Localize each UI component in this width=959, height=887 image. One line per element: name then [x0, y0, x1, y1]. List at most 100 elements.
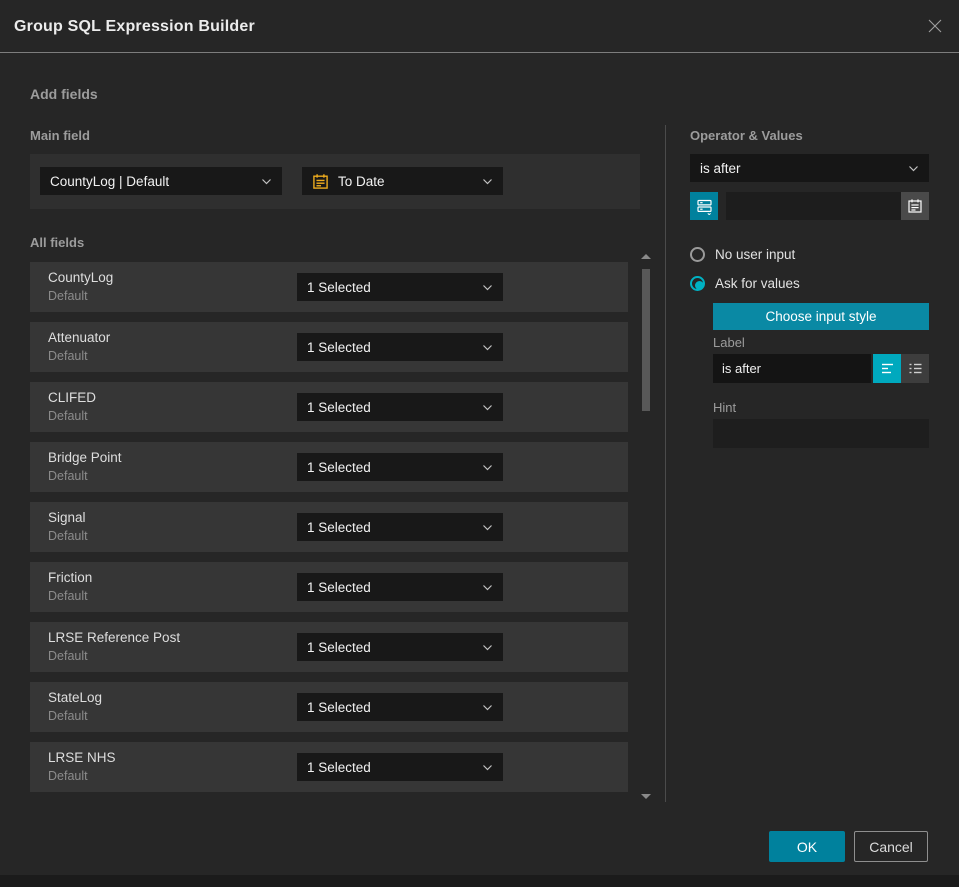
radio-circle	[690, 275, 705, 291]
all-fields-heading: All fields	[30, 235, 85, 250]
main-field-select-value: CountyLog | Default	[50, 173, 170, 189]
field-selection-value: 1 Selected	[307, 639, 371, 655]
scrollbar-thumb[interactable]	[642, 269, 650, 411]
chevron-down-icon	[483, 524, 492, 530]
chevron-down-icon	[483, 404, 492, 410]
scrollbar-down-arrow[interactable]	[641, 794, 651, 799]
field-selection-select[interactable]: 1 Selected	[297, 273, 503, 301]
operator-select[interactable]: is after	[690, 154, 929, 182]
calendar-icon	[908, 199, 922, 213]
field-subtitle: Default	[48, 769, 88, 783]
stacked-values-icon	[696, 199, 712, 215]
field-selection-value: 1 Selected	[307, 399, 371, 415]
scrollbar-up-arrow[interactable]	[641, 254, 651, 259]
chevron-down-icon	[483, 644, 492, 650]
field-selection-value: 1 Selected	[307, 339, 371, 355]
field-subtitle: Default	[48, 529, 88, 543]
field-selection-select[interactable]: 1 Selected	[297, 693, 503, 721]
choose-input-style-button[interactable]: Choose input style	[713, 303, 929, 330]
panel-divider	[665, 125, 666, 802]
field-row: LRSE Reference Post Default 1 Selected	[30, 622, 628, 672]
field-row: StateLog Default 1 Selected	[30, 682, 628, 732]
field-row: CountyLog Default 1 Selected	[30, 262, 628, 312]
radio-no-user-input[interactable]: No user input	[690, 245, 795, 263]
field-selection-select[interactable]: 1 Selected	[297, 633, 503, 661]
chevron-down-icon	[262, 178, 271, 184]
dialog-title: Group SQL Expression Builder	[14, 18, 255, 35]
list-style-toggle[interactable]	[901, 354, 929, 383]
add-fields-heading: Add fields	[30, 86, 98, 102]
field-selection-select[interactable]: 1 Selected	[297, 393, 503, 421]
chevron-down-icon	[483, 584, 492, 590]
dialog-titlebar: Group SQL Expression Builder	[0, 0, 959, 53]
operator-values-heading: Operator & Values	[690, 128, 803, 143]
close-button[interactable]	[924, 15, 946, 37]
date-picker-button[interactable]	[901, 192, 929, 220]
field-subtitle: Default	[48, 469, 88, 483]
field-name: Friction	[48, 570, 93, 585]
field-selection-value: 1 Selected	[307, 519, 371, 535]
operator-select-value: is after	[700, 160, 741, 176]
hint-field-label: Hint	[713, 400, 737, 415]
field-subtitle: Default	[48, 649, 88, 663]
field-row: Friction Default 1 Selected	[30, 562, 628, 612]
calendar-icon	[312, 173, 329, 190]
align-left-icon	[881, 363, 893, 374]
radio-label: Ask for values	[715, 275, 800, 291]
field-name: Signal	[48, 510, 86, 525]
field-row: Signal Default 1 Selected	[30, 502, 628, 552]
field-subtitle: Default	[48, 589, 88, 603]
close-icon	[928, 19, 942, 33]
value-input-type-button[interactable]	[690, 192, 718, 220]
field-name: Bridge Point	[48, 450, 122, 465]
field-name: CountyLog	[48, 270, 114, 285]
all-fields-list: CountyLog Default 1 Selected Attenuator …	[30, 262, 628, 802]
field-subtitle: Default	[48, 289, 88, 303]
field-name: Attenuator	[48, 330, 111, 345]
chevron-down-icon	[483, 284, 492, 290]
label-input[interactable]	[713, 354, 871, 383]
hint-input[interactable]	[713, 419, 929, 448]
main-field-container: CountyLog | Default To Date	[30, 154, 640, 209]
field-selection-value: 1 Selected	[307, 459, 371, 475]
main-field-heading: Main field	[30, 128, 90, 143]
field-selection-select[interactable]: 1 Selected	[297, 753, 503, 781]
field-subtitle: Default	[48, 709, 88, 723]
field-row: Attenuator Default 1 Selected	[30, 322, 628, 372]
chevron-down-icon	[483, 178, 492, 184]
chevron-down-icon	[483, 704, 492, 710]
field-subtitle: Default	[48, 409, 88, 423]
cancel-button[interactable]: Cancel	[854, 831, 928, 862]
field-selection-select[interactable]: 1 Selected	[297, 453, 503, 481]
field-selection-select[interactable]: 1 Selected	[297, 513, 503, 541]
field-row: LRSE NHS Default 1 Selected	[30, 742, 628, 792]
chevron-down-icon	[483, 344, 492, 350]
bulleted-list-icon	[909, 363, 921, 374]
radio-circle	[690, 246, 705, 262]
chevron-down-icon	[483, 464, 492, 470]
field-row: CLIFED Default 1 Selected	[30, 382, 628, 432]
field-name: LRSE Reference Post	[48, 630, 181, 645]
field-name: CLIFED	[48, 390, 97, 405]
field-row: Bridge Point Default 1 Selected	[30, 442, 628, 492]
field-selection-value: 1 Selected	[307, 579, 371, 595]
group-sql-expression-builder-dialog: Group SQL Expression Builder Add fields …	[0, 0, 959, 875]
field-selection-select[interactable]: 1 Selected	[297, 573, 503, 601]
ok-button[interactable]: OK	[769, 831, 845, 862]
label-field-label: Label	[713, 335, 745, 350]
main-field-date-select[interactable]: To Date	[302, 167, 503, 195]
field-selection-select[interactable]: 1 Selected	[297, 333, 503, 361]
field-selection-value: 1 Selected	[307, 699, 371, 715]
radio-ask-for-values[interactable]: Ask for values	[690, 274, 800, 292]
single-line-style-toggle[interactable]	[873, 354, 901, 383]
chevron-down-icon	[909, 165, 918, 171]
value-input[interactable]	[726, 192, 901, 220]
field-name: StateLog	[48, 690, 103, 705]
field-selection-value: 1 Selected	[307, 759, 371, 775]
main-field-date-select-value: To Date	[338, 173, 385, 189]
field-name: LRSE NHS	[48, 750, 116, 765]
chevron-down-icon	[483, 764, 492, 770]
field-selection-value: 1 Selected	[307, 279, 371, 295]
main-field-select[interactable]: CountyLog | Default	[40, 167, 282, 195]
radio-label: No user input	[715, 246, 796, 262]
